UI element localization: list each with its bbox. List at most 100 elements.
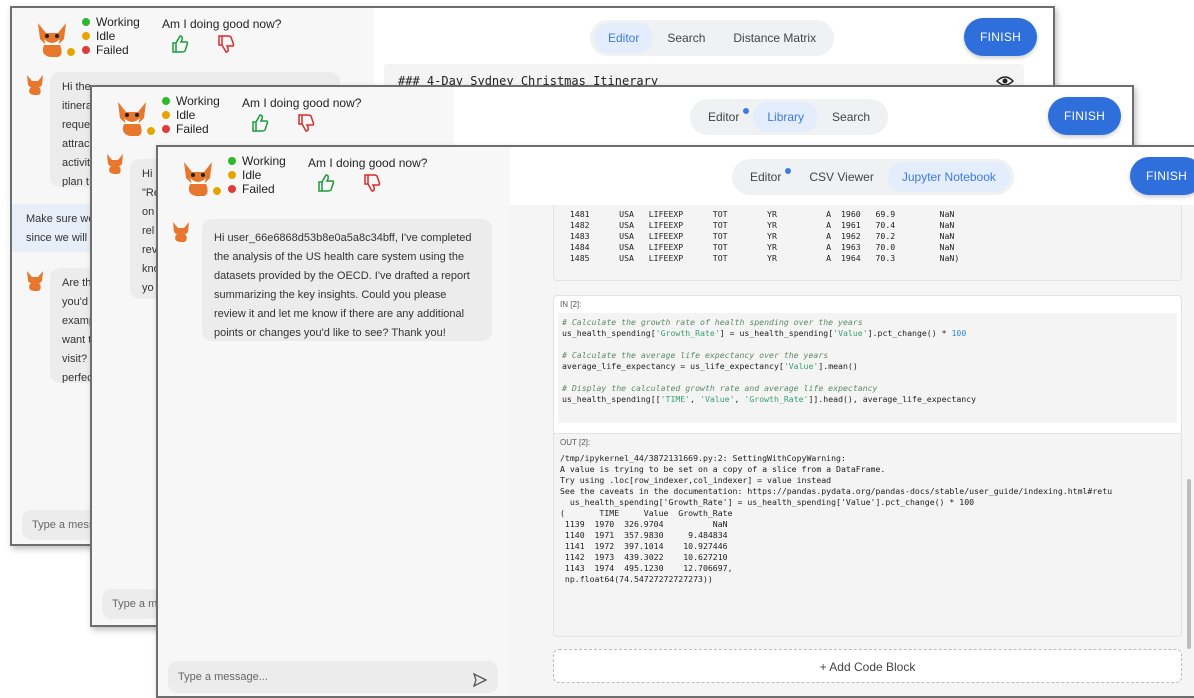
code-token: average_life_expectancy = us_life_expect…: [562, 361, 784, 371]
cell-output: /tmp/ipykernel_44/3872131669.py:2: Setti…: [554, 451, 1181, 587]
code-token: ]].head(), average_life_expectancy: [808, 394, 977, 404]
thumbs-up-icon[interactable]: [250, 113, 270, 133]
output-row: 1481 USA LIFEEXP TOT YR A 1960 69.9 NaN: [560, 209, 955, 219]
status-failed-label: Failed: [242, 182, 275, 196]
notebook-scrollbar[interactable]: [1187, 479, 1191, 649]
code-line: average_life_expectancy = us_life_expect…: [562, 361, 1173, 372]
agent-message: Hi user_66e6868d53b8e0a5a8c34bff, I've c…: [202, 219, 492, 341]
tab-editor-label: Editor: [708, 110, 740, 124]
status-dot: [66, 47, 76, 57]
fox-message-icon: [170, 219, 192, 243]
output-row: 1483 USA LIFEEXP TOT YR A 1962 70.2 NaN: [560, 231, 955, 241]
tab-editor[interactable]: Editor: [736, 162, 795, 192]
status-failed-label: Failed: [176, 122, 209, 136]
tab-search[interactable]: Search: [653, 23, 719, 53]
code-line: us_health_spending[['TIME', 'Value', 'Gr…: [562, 394, 1173, 405]
output-line: /tmp/ipykernel_44/3872131669.py:2: Setti…: [560, 453, 846, 463]
cell-out-label: OUT [2]:: [560, 438, 591, 447]
tab-bar: Editor Library Search: [690, 99, 889, 135]
notification-dot: [743, 108, 750, 114]
code-string: 'Value': [833, 328, 868, 338]
output-line: 1142 1973 439.3022 10.627210: [560, 552, 728, 562]
code-string: 'TIME': [660, 394, 691, 404]
tab-editor-label: Editor: [750, 170, 782, 184]
thumbs-down-icon[interactable]: [362, 173, 382, 193]
feedback-buttons: [316, 173, 382, 193]
message-input[interactable]: Type a message...: [168, 661, 498, 693]
output-line: 1141 1972 397.1014 10.927446: [560, 541, 728, 551]
status-legend: Working Idle Failed: [228, 154, 286, 196]
output-line: us_health_spending['Growth_Rate'] = us_h…: [560, 497, 975, 507]
working-dot: [228, 157, 236, 165]
code-string: 'Growth_Rate': [744, 394, 809, 404]
failed-dot: [82, 46, 90, 54]
code-editor[interactable]: # Calculate the growth rate of health sp…: [558, 313, 1177, 423]
thumbs-up-icon[interactable]: [316, 173, 336, 193]
output-line: Try using .loc[row_indexer,col_indexer] …: [560, 475, 832, 485]
code-token: ] = us_health_spending[: [719, 328, 834, 338]
feedback-question: Am I doing good now?: [162, 17, 282, 31]
prev-output: 1481 USA LIFEEXP TOT YR A 1960 69.9 NaN …: [554, 205, 1181, 268]
tab-jupyter-notebook[interactable]: Jupyter Notebook: [887, 162, 1010, 192]
code-cell[interactable]: IN [2]: # Calculate the growth rate of h…: [553, 295, 1182, 435]
code-string: 'Value': [700, 394, 735, 404]
status-dot: [212, 186, 222, 196]
code-line: us_health_spending['Growth_Rate'] = us_h…: [562, 328, 1173, 339]
tab-distance-matrix[interactable]: Distance Matrix: [719, 23, 830, 53]
fox-message-icon: [24, 72, 46, 96]
code-blank: [562, 339, 1173, 350]
output-row: 1482 USA LIFEEXP TOT YR A 1961 70.4 NaN: [560, 220, 955, 230]
thumbs-down-icon[interactable]: [296, 113, 316, 133]
status-idle-label: Idle: [96, 29, 116, 43]
status-idle-label: Idle: [242, 168, 262, 182]
idle-dot: [228, 171, 236, 179]
finish-button[interactable]: FINISH: [1048, 97, 1122, 135]
output-cell: OUT [2]: /tmp/ipykernel_44/3872131669.py…: [553, 433, 1182, 637]
status-legend: Working Idle Failed: [162, 94, 220, 136]
tab-library[interactable]: Library: [753, 102, 819, 132]
add-code-block-button[interactable]: + Add Code Block: [553, 649, 1182, 683]
code-token: ].mean(): [818, 361, 858, 371]
notification-dot: [785, 168, 792, 174]
code-string: 'Value': [783, 361, 819, 371]
tab-editor[interactable]: Editor: [594, 23, 654, 53]
thumbs-down-icon[interactable]: [216, 34, 236, 54]
output-row: 1485 USA LIFEEXP TOT YR A 1964 70.3 NaN): [560, 253, 960, 263]
code-token: us_health_spending[: [562, 328, 656, 338]
status-working-label: Working: [96, 15, 140, 29]
code-comment: # Calculate the growth rate of health sp…: [562, 317, 863, 327]
output-line: 1139 1970 326.9704 NaN: [560, 519, 728, 529]
output-line: 1143 1974 495.1230 12.706697,: [560, 563, 733, 573]
tab-bar: Editor CSV Viewer Jupyter Notebook: [732, 159, 1014, 195]
tab-search[interactable]: Search: [818, 102, 884, 132]
output-line: ( TIME Value Growth_Rate: [560, 508, 733, 518]
thumbs-up-icon[interactable]: [170, 34, 190, 54]
working-dot: [82, 18, 90, 26]
message-placeholder: Type a message...: [178, 671, 268, 683]
fox-avatar: [30, 15, 76, 59]
tab-csv-viewer[interactable]: CSV Viewer: [795, 162, 887, 192]
tab-bar: Editor Search Distance Matrix: [590, 20, 835, 56]
status-dot: [146, 126, 156, 136]
finish-button[interactable]: FINISH: [964, 18, 1038, 56]
code-comment: # Display the calculated growth rate and…: [562, 383, 878, 393]
finish-button[interactable]: FINISH: [1130, 157, 1194, 195]
tab-editor[interactable]: Editor: [694, 102, 753, 132]
code-token: us_health_spending[[: [562, 394, 661, 404]
send-icon[interactable]: [472, 669, 488, 688]
failed-dot: [162, 125, 170, 133]
code-blank: [562, 372, 1173, 383]
working-dot: [162, 97, 170, 105]
status-failed-label: Failed: [96, 43, 129, 57]
status-legend: Working Idle Failed: [82, 15, 140, 57]
feedback-buttons: [250, 113, 316, 133]
previous-output-cell: 1481 USA LIFEEXP TOT YR A 1960 69.9 NaN …: [553, 205, 1182, 281]
fox-message-icon: [104, 151, 126, 175]
output-row: 1484 USA LIFEEXP TOT YR A 1963 70.0 NaN: [560, 242, 955, 252]
idle-dot: [82, 32, 90, 40]
feedback-question: Am I doing good now?: [242, 96, 362, 110]
idle-dot: [162, 111, 170, 119]
code-token: ,: [734, 394, 745, 404]
feedback-buttons: [170, 34, 236, 54]
status-working-label: Working: [242, 154, 286, 168]
